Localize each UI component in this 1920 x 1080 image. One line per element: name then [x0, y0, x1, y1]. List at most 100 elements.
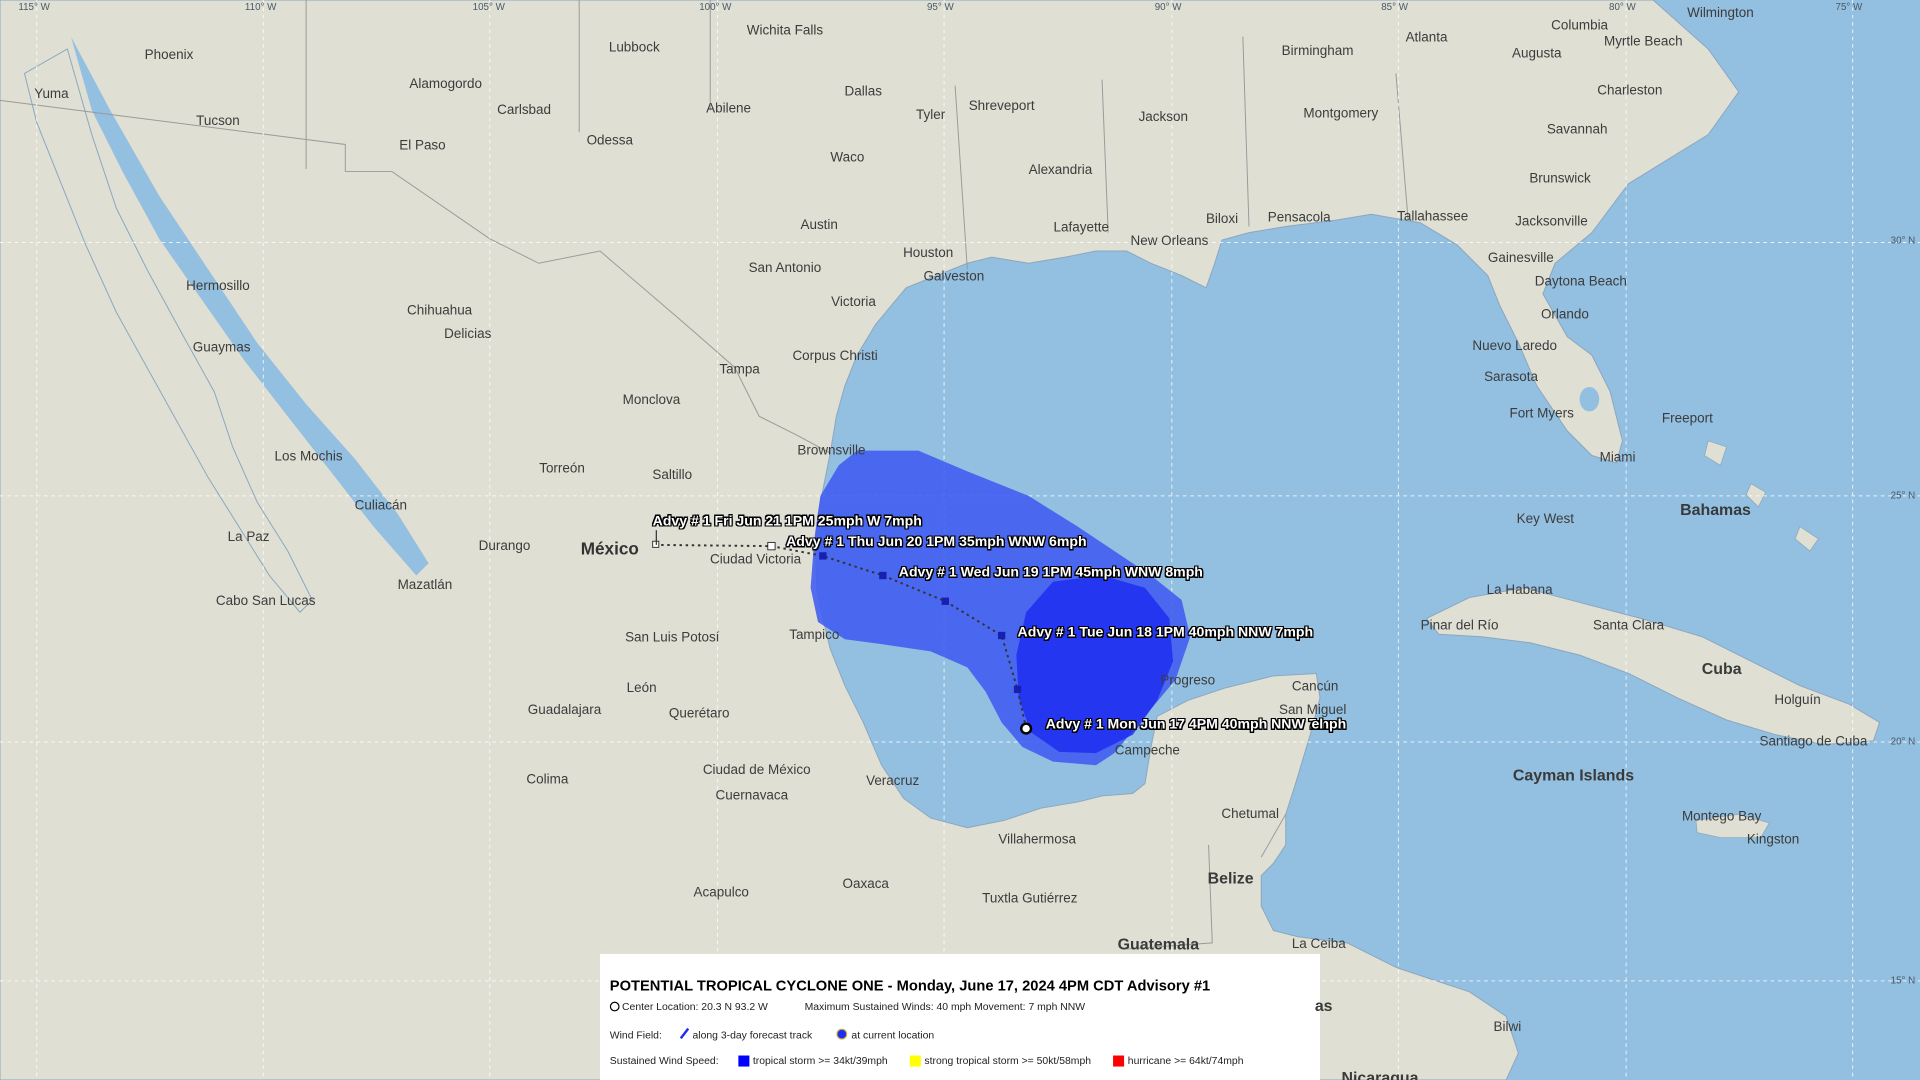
city-label: Key West: [1516, 511, 1575, 527]
center-location: Center Location: 20.3 N 93.2 W: [622, 1000, 768, 1013]
city-label: New Orleans: [1130, 233, 1209, 249]
strong-tropical-storm-label: strong tropical storm >= 50kt/58mph: [924, 1054, 1092, 1067]
city-label: Ciudad de México: [702, 762, 811, 778]
lon-label: 110° W: [244, 1, 277, 13]
track-label[interactable]: Advy # 1 Tue Jun 18 1PM 40mph NNW 7mph: [1018, 626, 1314, 641]
city-label: La Paz: [227, 530, 270, 545]
city-label: Jacksonville: [1515, 214, 1588, 229]
advisory-title: POTENTIAL TROPICAL CYCLONE ONE - Monday,…: [609, 977, 1211, 995]
city-label: Alexandria: [1028, 162, 1093, 178]
track-label-overlap: el: [1311, 717, 1324, 733]
city-label: Santiago de Cuba: [1759, 734, 1868, 750]
city-label: Ciudad Victoria: [709, 552, 802, 567]
city-label: Columbia: [1551, 18, 1609, 34]
city-label: San Luis Potosí: [625, 630, 720, 646]
lake-okeechobee: [1579, 386, 1600, 412]
city-label: Cabo San Lucas: [215, 593, 316, 609]
city-label: Lubbock: [608, 40, 660, 56]
lon-label: 105° W: [472, 1, 505, 13]
track-point: [819, 552, 827, 560]
city-label: Wilmington: [1687, 6, 1754, 21]
city-label: Galveston: [923, 269, 985, 285]
city-label: Fort Myers: [1509, 406, 1574, 422]
lon-label: 75° W: [1835, 1, 1863, 13]
center-marker-icon: [609, 1001, 620, 1012]
city-label: Saltillo: [652, 467, 693, 483]
city-label: Miami: [1599, 450, 1636, 466]
city-label: Augusta: [1512, 46, 1562, 62]
hurricane-swatch: [1113, 1054, 1125, 1066]
lat-label: 30° N: [1890, 235, 1916, 247]
country-label: Guatemala: [1117, 934, 1200, 954]
city-label: Chetumal: [1221, 806, 1280, 822]
country-label: Cayman Islands: [1512, 765, 1635, 785]
city-label: Biloxi: [1205, 211, 1239, 227]
city-label: León: [626, 680, 657, 696]
city-label: Tallahassee: [1397, 209, 1469, 225]
lon-label: 100° W: [699, 1, 732, 13]
city-label: Delicias: [444, 326, 492, 342]
strong-tropical-storm-swatch: [909, 1054, 921, 1066]
city-label: Los Mochis: [274, 449, 343, 465]
city-label: Villahermosa: [998, 832, 1076, 848]
lon-label: 90° W: [1154, 1, 1182, 13]
track-point: [997, 631, 1006, 640]
track-point-current: [1020, 722, 1033, 735]
track-label[interactable]: Advy # 1 Wed Jun 19 1PM 45mph WNW 8mph: [899, 566, 1203, 581]
city-label: Atlanta: [1405, 30, 1448, 46]
city-label: Victoria: [831, 295, 876, 310]
city-label: Sarasota: [1484, 369, 1538, 385]
city-label: Jackson: [1138, 110, 1188, 125]
city-label: Tampa: [719, 362, 760, 378]
country-label: Nicaragua: [1341, 1068, 1419, 1080]
city-label: Chihuahua: [407, 303, 473, 319]
track-label-current[interactable]: Advy # 1 Mon Jun 17 4PM 40mph NNW 7mph: [1046, 718, 1346, 733]
advisory-legend: POTENTIAL TROPICAL CYCLONE ONE - Monday,…: [600, 953, 1321, 1080]
city-label: El Paso: [399, 138, 446, 154]
city-label: Guaymas: [192, 340, 251, 356]
tropical-storm-swatch: [738, 1054, 750, 1066]
map-viewport[interactable]: 115° W 110° W 105° W 100° W 95° W 90° W …: [0, 0, 1920, 1080]
max-winds: Maximum Sustained Winds: 40 mph Movement…: [804, 1000, 1086, 1013]
city-label: Abilene: [706, 101, 752, 117]
lat-label: 20° N: [1890, 735, 1916, 747]
city-label: Wichita Falls: [746, 23, 824, 38]
country-label: México: [580, 538, 639, 559]
city-label: Montego Bay: [1681, 809, 1762, 825]
city-label: Orlando: [1540, 307, 1589, 323]
city-label-partial: as: [1314, 996, 1333, 1015]
track-label[interactable]: Advy # 1 Fri Jun 21 1PM 25mph W 7mph: [653, 514, 922, 529]
city-label: Yuma: [34, 86, 69, 102]
city-label: Houston: [903, 246, 954, 261]
city-label: Progreso: [1160, 673, 1216, 689]
city-label: La Ceiba: [1291, 936, 1346, 952]
city-label: Odessa: [586, 133, 634, 149]
at-current-label: at current location: [851, 1028, 935, 1041]
city-label: San Miguel: [1278, 702, 1347, 718]
city-label: Tuxtla Gutiérrez: [982, 891, 1078, 907]
track-point: [941, 597, 949, 605]
city-label: Cuernavaca: [715, 788, 789, 804]
city-label: Oaxaca: [842, 876, 889, 892]
city-label: Culiacán: [354, 498, 408, 514]
city-label: Tampico: [789, 628, 840, 643]
lon-label: 95° W: [926, 1, 954, 13]
city-label: Austin: [800, 217, 838, 233]
center-location-row: Center Location: 20.3 N 93.2 W Maximum S…: [609, 1000, 1086, 1013]
city-label: Freeport: [1661, 411, 1713, 427]
city-label: Daytona Beach: [1534, 274, 1627, 289]
city-label: Hermosillo: [186, 279, 250, 294]
city-label: Savannah: [1546, 122, 1608, 138]
city-label: Phoenix: [144, 47, 194, 63]
city-label: Santa Clara: [1593, 618, 1665, 634]
city-label: Veracruz: [866, 773, 920, 789]
track-label[interactable]: Advy # 1 Thu Jun 20 1PM 35mph WNW 6mph: [786, 535, 1086, 550]
lon-label: 85° W: [1381, 1, 1409, 13]
track-point: [1013, 685, 1022, 694]
city-label: Nuevo Laredo: [1472, 339, 1558, 354]
city-label: Guadalajara: [527, 702, 602, 718]
wind-field-label: Wind Field:: [609, 1028, 662, 1041]
city-label: Monclova: [622, 393, 681, 408]
city-label: Brownsville: [797, 443, 866, 458]
lat-label: 15° N: [1890, 974, 1916, 986]
